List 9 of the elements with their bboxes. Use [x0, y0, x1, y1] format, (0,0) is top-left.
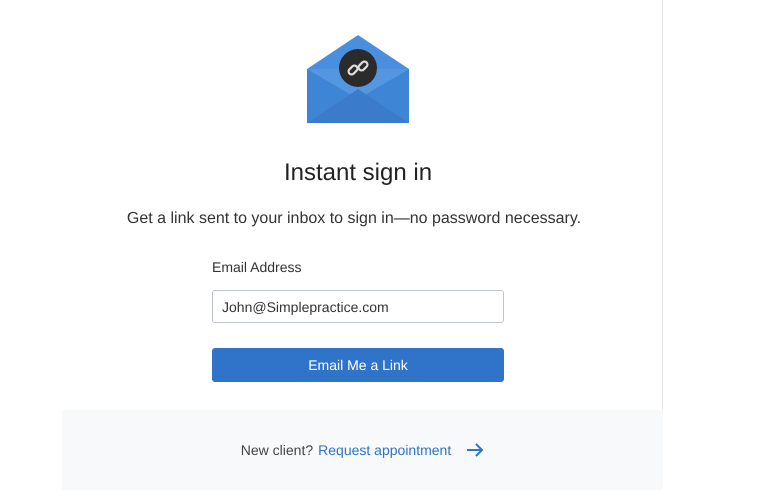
new-client-text: New client? — [240, 440, 314, 460]
email-link-button[interactable]: Email Me a Link — [212, 348, 504, 382]
request-appointment-link[interactable]: Request appointment — [318, 440, 452, 460]
title: Instant sign in — [284, 158, 432, 188]
arrow-right-icon[interactable] — [466, 442, 484, 458]
email-field[interactable]: John@Simplepractice.com — [212, 290, 504, 323]
envelope-icon — [305, 33, 411, 125]
email-label: Email Address — [212, 258, 302, 277]
subtitle: Get a link sent to your inbox to sign in—no password necessary. — [126, 209, 582, 229]
